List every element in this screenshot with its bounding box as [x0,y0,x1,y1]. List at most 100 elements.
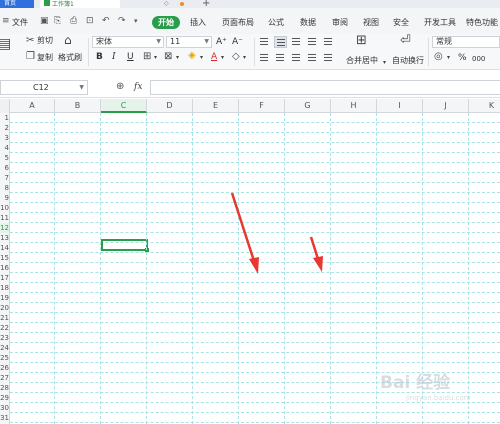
export-pdf-icon[interactable]: ⎘ [54,16,61,26]
italic-button[interactable]: I [112,52,116,62]
align-top-button[interactable] [258,36,271,48]
menu-insert[interactable]: 插入 [190,16,206,29]
align-center-button[interactable] [274,52,287,64]
wrap-text-icon[interactable]: ⏎ [400,34,411,47]
borders-icon[interactable]: ⊞ [143,51,151,63]
paste-icon[interactable]: ▤ [0,36,11,52]
row-header-18[interactable]: 18 [0,283,9,293]
format-painter-icon[interactable]: ⌂ [64,34,72,46]
selected-cell-c12[interactable] [101,239,149,252]
row-header-23[interactable]: 23 [0,333,9,343]
align-left-button[interactable] [258,52,271,64]
indent-left-button[interactable] [306,36,319,48]
menu-file[interactable]: 文件 [12,16,28,29]
pin-icon[interactable]: ◇ [164,0,169,8]
row-header-15[interactable]: 15 [0,253,9,263]
menu-data[interactable]: 数据 [300,16,316,29]
number-format-select[interactable]: 常规 [432,36,500,48]
font-size-select[interactable]: 11 ▼ [166,36,212,48]
align-bottom-button[interactable] [290,36,303,48]
row-header-24[interactable]: 24 [0,343,9,353]
column-header-g[interactable]: G [285,99,331,113]
distributed-button[interactable] [322,52,335,64]
menu-review[interactable]: 审阅 [332,16,348,29]
menu-developer[interactable]: 开发工具 [424,16,456,29]
chevron-down-icon[interactable]: ▾ [383,57,386,69]
print-icon[interactable]: ⎙ [70,16,77,26]
indent-right-button[interactable] [322,36,335,48]
print-preview-icon[interactable]: ⊡ [86,16,94,26]
insert-function-button[interactable]: fx [134,82,142,92]
row-header-29[interactable]: 29 [0,393,9,403]
row-header-27[interactable]: 27 [0,373,9,383]
bold-button[interactable]: B [96,52,103,62]
underline-button[interactable]: U [127,52,134,62]
column-header-d[interactable]: D [147,99,193,113]
row-header-2[interactable]: 2 [0,123,9,133]
cut-icon[interactable]: ✂ [26,35,34,47]
clear-format-icon[interactable]: ◇ [232,51,240,63]
cut-button[interactable]: 剪切 [37,36,53,46]
menu-view[interactable]: 视图 [363,16,379,29]
chevron-down-icon[interactable]: ▾ [243,52,246,64]
format-painter-button[interactable]: 格式刷 [58,53,82,63]
row-header-20[interactable]: 20 [0,303,9,313]
menu-page-layout[interactable]: 页面布局 [222,16,254,29]
align-middle-button[interactable] [274,36,287,48]
column-header-f[interactable]: F [239,99,285,113]
tab-workbook[interactable]: 工作簿1 [40,0,120,8]
row-header-31[interactable]: 31 [0,413,9,423]
row-header-1[interactable]: 1 [0,113,9,123]
shrink-font-button[interactable]: A⁻ [232,37,243,47]
select-all-corner[interactable] [0,99,10,113]
column-header-h[interactable]: H [331,99,377,113]
zoom-icon[interactable]: ⊕ [116,81,124,92]
row-header-17[interactable]: 17 [0,273,9,283]
row-header-30[interactable]: 30 [0,403,9,413]
chevron-down-icon[interactable]: ▾ [447,52,450,64]
row-header-19[interactable]: 19 [0,293,9,303]
row-header-12[interactable]: 12 [0,223,9,233]
row-header-26[interactable]: 26 [0,363,9,373]
chevron-down-icon[interactable]: ▾ [154,52,157,64]
column-header-b[interactable]: B [55,99,101,113]
merge-center-button[interactable]: 合并居中 [346,56,378,66]
save-icon[interactable]: ▣ [40,16,49,26]
menu-security[interactable]: 安全 [393,16,409,29]
redo-icon[interactable]: ↷ [118,16,126,26]
chevron-down-icon[interactable]: ▾ [200,52,203,64]
row-header-16[interactable]: 16 [0,263,9,273]
row-header-7[interactable]: 7 [0,173,9,183]
row-header-5[interactable]: 5 [0,153,9,163]
currency-icon[interactable]: ◎ [434,51,443,63]
row-header-21[interactable]: 21 [0,313,9,323]
row-header-10[interactable]: 10 [0,203,9,213]
formula-input[interactable] [150,80,500,95]
align-right-button[interactable] [290,52,303,64]
chevron-down-icon[interactable]: ▾ [176,52,179,64]
undo-icon[interactable]: ↶ [102,16,110,26]
new-tab-button[interactable]: + [202,0,210,9]
copy-icon[interactable]: ❐ [26,51,35,63]
font-color-button[interactable]: A [211,52,217,62]
hamburger-icon[interactable]: ≡ [2,16,10,26]
tab-home[interactable]: 首页 [0,0,34,8]
thousands-separator-button[interactable]: 000 [472,54,485,64]
name-box[interactable]: C12 ▼ [0,80,88,95]
column-header-a[interactable]: A [10,99,55,113]
row-header-14[interactable]: 14 [0,243,9,253]
menu-start[interactable]: 开始 [152,16,180,29]
fill-color-icon[interactable]: ◈ [188,50,196,62]
column-header-k[interactable]: K [469,99,500,113]
merge-center-icon[interactable]: ⊞ [356,34,367,47]
row-header-28[interactable]: 28 [0,383,9,393]
row-header-4[interactable]: 4 [0,143,9,153]
copy-button[interactable]: 复制 [37,53,53,63]
row-header-13[interactable]: 13 [0,233,9,243]
column-header-c[interactable]: C [101,99,147,113]
row-header-22[interactable]: 22 [0,323,9,333]
grow-font-button[interactable]: A⁺ [216,37,227,47]
column-header-e[interactable]: E [193,99,239,113]
cell-area[interactable] [10,113,500,424]
row-header-6[interactable]: 6 [0,163,9,173]
